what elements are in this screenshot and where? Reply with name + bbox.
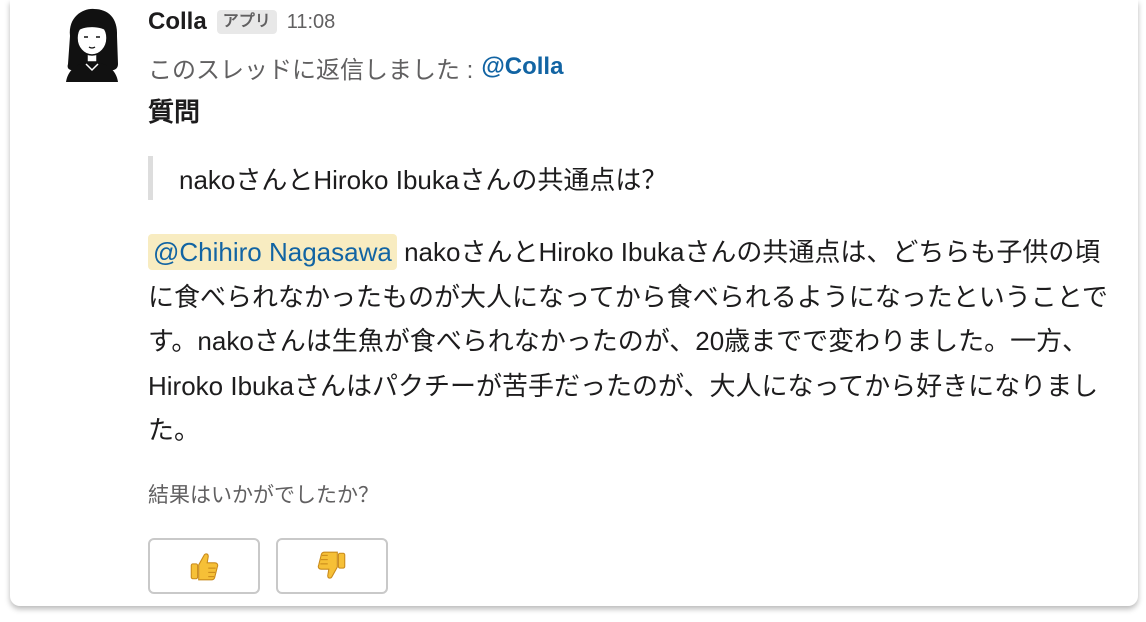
question-title: 質問 bbox=[148, 96, 201, 127]
message-card: Colla アプリ 11:08 このスレッドに返信しました : @Colla 質… bbox=[10, 0, 1138, 606]
question-quote: nakoさんとHiroko Ibukaさんの共通点は？ bbox=[148, 156, 667, 200]
avatar[interactable] bbox=[56, 6, 128, 82]
app-badge: アプリ bbox=[216, 10, 277, 34]
thumbs-up-button[interactable] bbox=[148, 538, 260, 594]
thumbs-down-button[interactable] bbox=[276, 538, 388, 594]
reply-mention-link[interactable]: @Colla bbox=[481, 53, 563, 81]
answer-text: @Chihiro Nagasawa nakoさんとHiroko Ibukaさんの… bbox=[148, 230, 1108, 453]
thread-reply-notice: このスレッドに返信しました : @Colla bbox=[148, 50, 563, 84]
feedback-prompt: 結果はいかがでしたか？ bbox=[148, 484, 379, 507]
user-mention[interactable]: @Chihiro Nagasawa bbox=[148, 234, 397, 270]
message-header: Colla アプリ 11:08 bbox=[148, 6, 335, 38]
thumbs-down-icon bbox=[317, 551, 346, 579]
avatar-illustration-icon bbox=[66, 8, 118, 82]
thumbs-up-icon bbox=[190, 553, 219, 581]
timestamp[interactable]: 11:08 bbox=[287, 11, 336, 34]
reply-prefix: このスレッドに返信しました : bbox=[148, 56, 474, 84]
sender-name[interactable]: Colla bbox=[148, 8, 207, 36]
